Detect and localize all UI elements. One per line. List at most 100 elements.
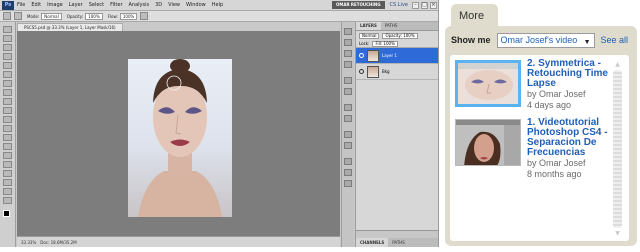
actions-panel-icon[interactable] <box>344 39 352 46</box>
blend-mode-select[interactable]: Normal <box>359 32 380 39</box>
more-tab[interactable]: More <box>451 4 498 26</box>
dodge-tool-icon[interactable] <box>3 143 12 150</box>
see-all-link[interactable]: See all <box>601 35 629 45</box>
canvas-area[interactable] <box>17 31 340 236</box>
crop-tool-icon[interactable] <box>3 62 12 69</box>
lock-label: Lock: <box>359 41 370 46</box>
options-bar: Mode: Normal Opacity: 100% Flow: 100% <box>0 11 438 22</box>
video-title[interactable]: 1. Videotutorial Photoshop CS4 - Separac… <box>527 118 613 158</box>
dropdown-arrow-icon: ▼ <box>583 38 591 46</box>
brush-panel-icon[interactable] <box>344 104 352 111</box>
video-item[interactable]: 2. Symmetrica - Retouching Time Lapse by… <box>455 59 613 120</box>
navigator-panel-icon[interactable] <box>344 169 352 176</box>
clone-source-panel-icon[interactable] <box>344 115 352 122</box>
show-me-value: Omar Josef's video <box>500 34 578 45</box>
shape-tool-icon[interactable] <box>3 179 12 186</box>
video-title[interactable]: 2. Symmetrica - Retouching Time Lapse <box>527 59 613 89</box>
toolbox <box>0 22 16 247</box>
brush-preset-icon[interactable] <box>14 12 22 20</box>
swatches-panel-icon[interactable] <box>344 61 352 68</box>
menu-3d[interactable]: 3D <box>155 2 162 8</box>
menu-help[interactable]: Help <box>212 2 223 8</box>
character-panel-icon[interactable] <box>344 131 352 138</box>
eyedropper-tool-icon[interactable] <box>3 71 12 78</box>
histogram-panel-icon[interactable] <box>344 180 352 187</box>
menu-view[interactable]: View <box>168 2 180 8</box>
video-thumbnail[interactable] <box>455 119 521 166</box>
video-thumbnail[interactable] <box>455 60 521 107</box>
video-age: 8 months ago <box>527 169 582 179</box>
brush-tool-icon[interactable] <box>3 12 11 20</box>
path-selection-tool-icon[interactable] <box>3 170 12 177</box>
move-tool-icon[interactable] <box>3 26 12 33</box>
adjustments-panel-icon[interactable] <box>344 77 352 84</box>
visibility-eye-icon[interactable] <box>359 69 364 74</box>
menu-file[interactable]: File <box>17 2 25 8</box>
zoom-readout[interactable]: 33.33% <box>21 240 36 245</box>
menu-layer[interactable]: Layer <box>69 2 83 8</box>
menu-analysis[interactable]: Analysis <box>129 2 150 8</box>
menu-image[interactable]: Image <box>47 2 63 8</box>
video-list-scrollbar[interactable]: ▲ ▼ <box>613 61 622 237</box>
visibility-eye-icon[interactable] <box>359 53 364 58</box>
video-author: by Omar Josef <box>527 89 586 99</box>
layer-opacity-field[interactable]: Opacity: 100% <box>382 32 418 39</box>
maximize-icon[interactable]: □ <box>421 1 428 9</box>
video-thumbnail-image <box>458 63 518 104</box>
airbrush-icon[interactable] <box>140 12 149 20</box>
scroll-down-arrow-icon[interactable]: ▼ <box>613 230 622 237</box>
scroll-track[interactable] <box>613 70 622 228</box>
opacity-field[interactable]: 100% <box>85 12 103 20</box>
mode-select[interactable]: Normal <box>41 12 62 20</box>
layers-panel-tabs: LAYERS PATHS <box>356 22 438 31</box>
zoom-tool-icon[interactable] <box>3 197 12 204</box>
tab-layers[interactable]: LAYERS <box>356 22 381 30</box>
more-panel-body: Show me Omar Josef's video ▼ See all 2. … <box>445 26 637 246</box>
paragraph-panel-icon[interactable] <box>344 142 352 149</box>
document-tab[interactable]: PSCS5.psd @ 33.3% (Layer 1, Layer Mask/1… <box>17 23 123 31</box>
pen-tool-icon[interactable] <box>3 152 12 159</box>
workspace-button[interactable]: OMAR RETOUCHING <box>331 1 385 9</box>
lasso-tool-icon[interactable] <box>3 44 12 51</box>
scroll-up-arrow-icon[interactable]: ▲ <box>613 61 622 68</box>
type-tool-icon[interactable] <box>3 161 12 168</box>
show-me-select[interactable]: Omar Josef's video ▼ <box>496 32 595 48</box>
healing-brush-tool-icon[interactable] <box>3 80 12 87</box>
history-panel-icon[interactable] <box>344 28 352 35</box>
portrait-photo <box>128 59 232 217</box>
color-panel-icon[interactable] <box>344 50 352 57</box>
video-age: 4 days ago <box>527 100 572 110</box>
blur-tool-icon[interactable] <box>3 134 12 141</box>
tab-paths-bottom[interactable]: PATHS <box>388 238 409 247</box>
eraser-tool-icon[interactable] <box>3 116 12 123</box>
menu-edit[interactable]: Edit <box>31 2 41 8</box>
screenshot-root: Ps File Edit Image Layer Select Filter A… <box>0 0 640 252</box>
menu-filter[interactable]: Filter <box>110 2 122 8</box>
layer-row[interactable]: Layer 1 <box>356 48 438 64</box>
cs-live-link[interactable]: CS Live <box>390 2 408 8</box>
layer-fill-field[interactable]: Fill: 100% <box>372 40 398 47</box>
close-icon[interactable]: × <box>430 1 437 9</box>
tab-channels[interactable]: CHANNELS <box>356 238 389 247</box>
gradient-tool-icon[interactable] <box>3 125 12 132</box>
tab-paths[interactable]: PATHS <box>381 22 402 30</box>
video-title-text[interactable]: Videotutorial Photoshop CS4 - Separacion… <box>527 117 608 158</box>
foreground-color-swatch[interactable] <box>3 210 10 217</box>
masks-panel-icon[interactable] <box>344 88 352 95</box>
menu-select[interactable]: Select <box>89 2 104 8</box>
quick-select-tool-icon[interactable] <box>3 53 12 60</box>
flow-field[interactable]: 100% <box>119 12 138 20</box>
info-panel-icon[interactable] <box>344 158 352 165</box>
hand-tool-icon[interactable] <box>3 188 12 195</box>
video-title-text[interactable]: Symmetrica - Retouching Time Lapse <box>527 58 608 89</box>
minimize-icon[interactable]: – <box>412 1 419 9</box>
video-item[interactable]: 1. Videotutorial Photoshop CS4 - Separac… <box>455 118 613 179</box>
layer-row[interactable]: Bkg <box>356 64 438 80</box>
clone-stamp-tool-icon[interactable] <box>3 98 12 105</box>
history-brush-tool-icon[interactable] <box>3 107 12 114</box>
brush-tool-icon[interactable] <box>3 89 12 96</box>
panel-dock <box>341 22 354 247</box>
marquee-tool-icon[interactable] <box>3 35 12 42</box>
menu-bar: Ps File Edit Image Layer Select Filter A… <box>0 0 438 11</box>
menu-window[interactable]: Window <box>186 2 206 8</box>
